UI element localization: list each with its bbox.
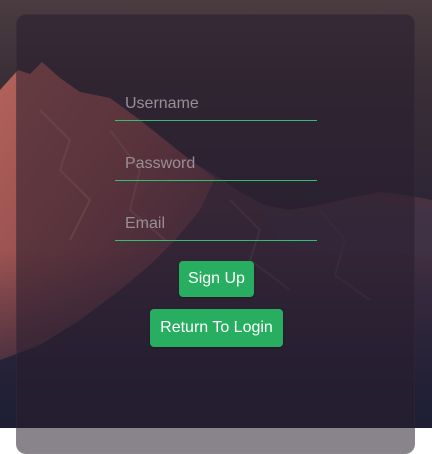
username-field[interactable] — [115, 88, 317, 121]
password-field[interactable] — [115, 148, 317, 181]
sign-up-button[interactable]: Sign Up — [179, 261, 254, 297]
email-input[interactable] — [115, 208, 317, 240]
email-field[interactable] — [115, 208, 317, 241]
return-to-login-button[interactable]: Return To Login — [150, 309, 283, 347]
username-input[interactable] — [115, 88, 317, 120]
password-input[interactable] — [115, 148, 317, 180]
